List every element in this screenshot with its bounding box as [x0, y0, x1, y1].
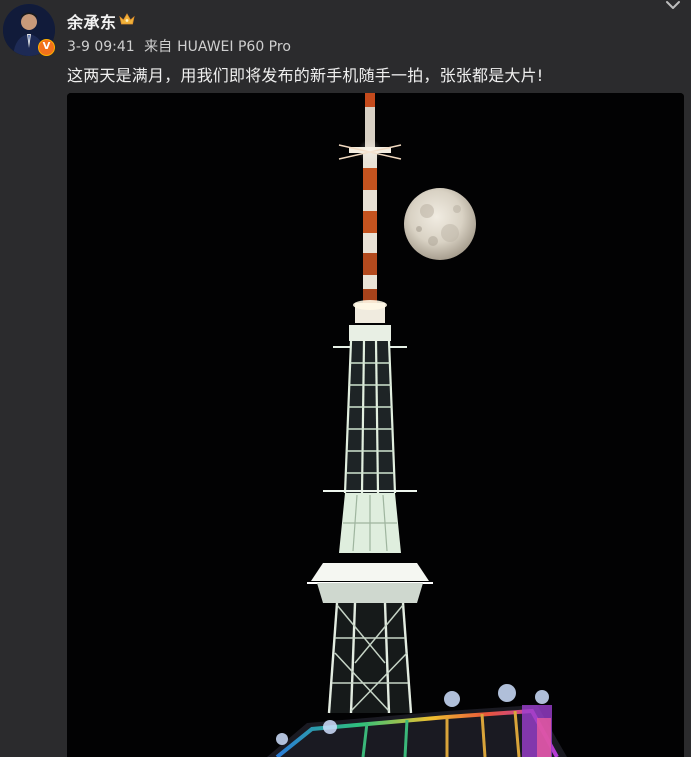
tower-platform — [307, 563, 433, 603]
tower-lower — [327, 602, 413, 714]
crown-icon — [119, 13, 135, 25]
chevron-down-icon[interactable] — [664, 0, 682, 12]
post-meta: 3-9 09:41 来自 HUAWEI P60 Pro — [67, 36, 296, 56]
source-prefix: 来自 — [144, 39, 173, 55]
verified-badge-icon: V — [38, 39, 55, 56]
post-text: 这两天是满月，用我们即将发布的新手机随手一拍，张张都是大片! — [67, 66, 544, 85]
post-photo[interactable] — [67, 93, 684, 757]
post-time[interactable]: 3-9 09:41 — [67, 39, 135, 55]
author-name[interactable]: 余承东 — [67, 9, 117, 33]
device-name: HUAWEI P60 Pro — [177, 39, 291, 55]
weibo-post: V 余承东 3-9 09:41 来自 HUAWEI P60 Pro 这两天是满月，… — [0, 0, 691, 757]
moon — [404, 188, 476, 260]
